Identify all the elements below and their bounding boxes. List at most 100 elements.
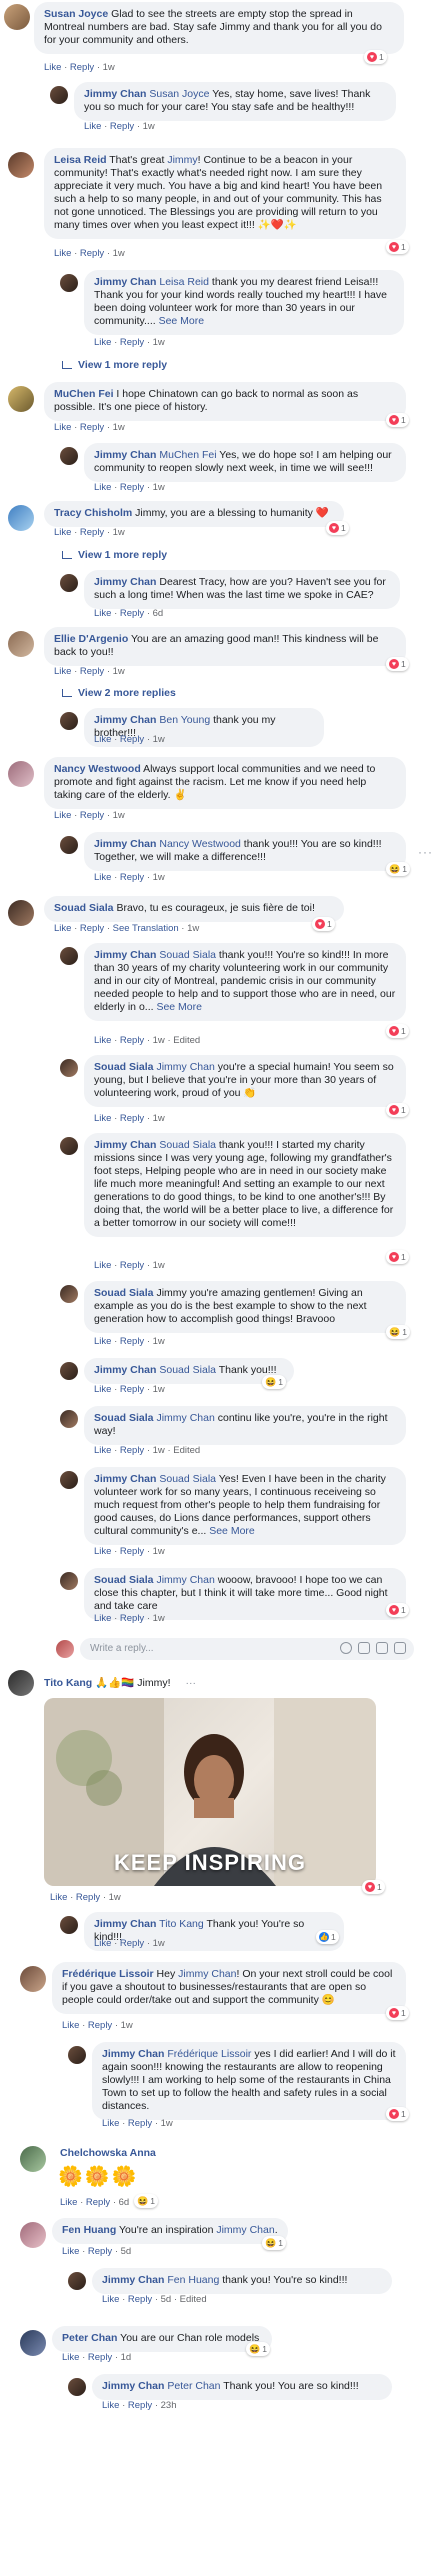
view-more-replies[interactable]: View 2 more replies [62,687,176,699]
avatar[interactable] [60,274,78,292]
reply-button[interactable]: Reply [110,121,134,132]
avatar[interactable] [4,4,30,30]
commenter-name[interactable]: Tracy Chisholm [54,507,132,519]
commenter-name[interactable]: Jimmy Chan [94,449,156,461]
reply-button[interactable]: Reply [128,2294,152,2305]
reaction-badge[interactable]: ♥ 1 [362,1880,385,1894]
commenter-name[interactable]: Susan Joyce [44,8,108,20]
timestamp[interactable]: 1w [153,1260,165,1271]
commenter-name[interactable]: Tito Kang [44,1677,92,1689]
mention-link[interactable]: Peter Chan [167,2380,220,2392]
like-button[interactable]: Like [102,2118,119,2129]
like-button[interactable]: Like [102,2294,119,2305]
reaction-badge[interactable]: ♥ 1 [386,657,409,671]
reply-button[interactable]: Reply [88,2020,112,2031]
reaction-badge[interactable]: ♥ 1 [386,413,409,427]
gif-icon[interactable] [376,1642,388,1654]
avatar[interactable] [8,152,34,178]
avatar[interactable] [8,386,34,412]
reaction-badge[interactable]: 😆 1 [262,1375,286,1389]
avatar[interactable] [68,2272,86,2290]
avatar[interactable] [60,1572,78,1590]
commenter-name[interactable]: Ellie D'Argenio [54,633,128,645]
attached-image[interactable]: KEEP INSPIRING [44,1698,376,1886]
reaction-badge[interactable]: ♥ 1 [386,1024,409,1038]
timestamp[interactable]: 1w [109,1892,121,1903]
mention-link[interactable]: Souad Siala [159,1473,216,1485]
timestamp[interactable]: 6d [153,608,164,619]
reaction-badge[interactable]: ♥ 1 [386,2107,409,2121]
reaction-badge[interactable]: 😆 1 [246,2342,270,2356]
reply-button[interactable]: Reply [120,1260,144,1271]
avatar[interactable] [68,2046,86,2064]
like-button[interactable]: Like [62,2020,79,2031]
like-button[interactable]: Like [54,422,71,433]
reaction-badge[interactable]: ♥ 1 [364,50,387,64]
avatar[interactable] [68,2378,86,2396]
avatar[interactable] [60,574,78,592]
like-button[interactable]: Like [94,1938,111,1949]
avatar[interactable] [60,1471,78,1489]
avatar[interactable] [8,505,34,531]
mention-link[interactable]: Souad Siala [159,949,216,961]
like-button[interactable]: Like [94,1035,111,1046]
reaction-badge[interactable]: 😆 1 [386,862,410,876]
timestamp[interactable]: 1w [153,337,165,348]
reply-button[interactable]: Reply [120,734,144,745]
mention-link[interactable]: Fen Huang [167,2274,219,2286]
commenter-name[interactable]: Jimmy Chan [94,1364,156,1376]
more-options-icon[interactable]: ··· [185,1677,196,1689]
commenter-name[interactable]: Souad Siala [94,1412,154,1424]
avatar[interactable] [60,1285,78,1303]
like-button[interactable]: Like [94,1113,111,1124]
reply-input[interactable]: Write a reply... [80,1638,414,1660]
like-button[interactable]: Like [94,1336,111,1347]
commenter-name[interactable]: Jimmy Chan [84,88,146,100]
mention-link[interactable]: Jimmy Chan [156,1574,214,1586]
mention-link[interactable]: Nancy Westwood [159,838,241,850]
avatar[interactable] [60,1059,78,1077]
reply-button[interactable]: Reply [80,527,104,538]
reaction-badge[interactable]: ♥ 1 [386,1250,409,1264]
commenter-name[interactable]: Fen Huang [62,2224,116,2236]
reaction-badge[interactable]: ♥ 1 [386,2006,409,2020]
timestamp[interactable]: 1w [113,810,125,821]
reaction-badge[interactable]: 😆 1 [134,2194,158,2208]
like-button[interactable]: Like [54,666,71,677]
reply-button[interactable]: Reply [120,337,144,348]
avatar[interactable] [20,1966,46,1992]
reply-button[interactable]: Reply [80,810,104,821]
reply-button[interactable]: Reply [120,1546,144,1557]
commenter-name[interactable]: Jimmy Chan [102,2048,164,2060]
commenter-name[interactable]: Jimmy Chan [94,276,156,288]
timestamp[interactable]: 1w [153,872,165,883]
commenter-name[interactable]: Chelchowska Anna [60,2147,156,2159]
reaction-badge[interactable]: ♥ 1 [386,240,409,254]
commenter-name[interactable]: Nancy Westwood [54,763,141,775]
timestamp[interactable]: 1w [121,2020,133,2031]
commenter-name[interactable]: Leisa Reid [54,154,107,166]
avatar[interactable] [60,1362,78,1380]
mention-link[interactable]: Leisa Reid [159,276,209,288]
like-button[interactable]: Like [84,121,101,132]
reply-button[interactable]: Reply [76,1892,100,1903]
reply-button[interactable]: Reply [88,2352,112,2363]
reply-button[interactable]: Reply [120,1035,144,1046]
avatar[interactable] [50,86,68,104]
like-button[interactable]: Like [54,248,71,259]
see-translation-link[interactable]: See Translation [113,923,179,934]
mention-link[interactable]: Susan Joyce [149,88,209,100]
mention-link[interactable]: Jimmy Chan [216,2224,274,2236]
mention-link[interactable]: MuChen Fei [159,449,216,461]
avatar[interactable] [8,900,34,926]
commenter-name[interactable]: Jimmy Chan [94,949,156,961]
reply-button[interactable]: Reply [88,2246,112,2257]
like-button[interactable]: Like [44,62,61,73]
avatar[interactable] [60,712,78,730]
mention-link[interactable]: Souad Siala [159,1139,216,1151]
camera-icon[interactable] [358,1642,370,1654]
reply-button[interactable]: Reply [120,482,144,493]
view-more-replies[interactable]: View 1 more reply [62,359,167,371]
reaction-badge[interactable]: ♥ 1 [386,1103,409,1117]
reaction-badge[interactable]: 😆 1 [386,1325,410,1339]
